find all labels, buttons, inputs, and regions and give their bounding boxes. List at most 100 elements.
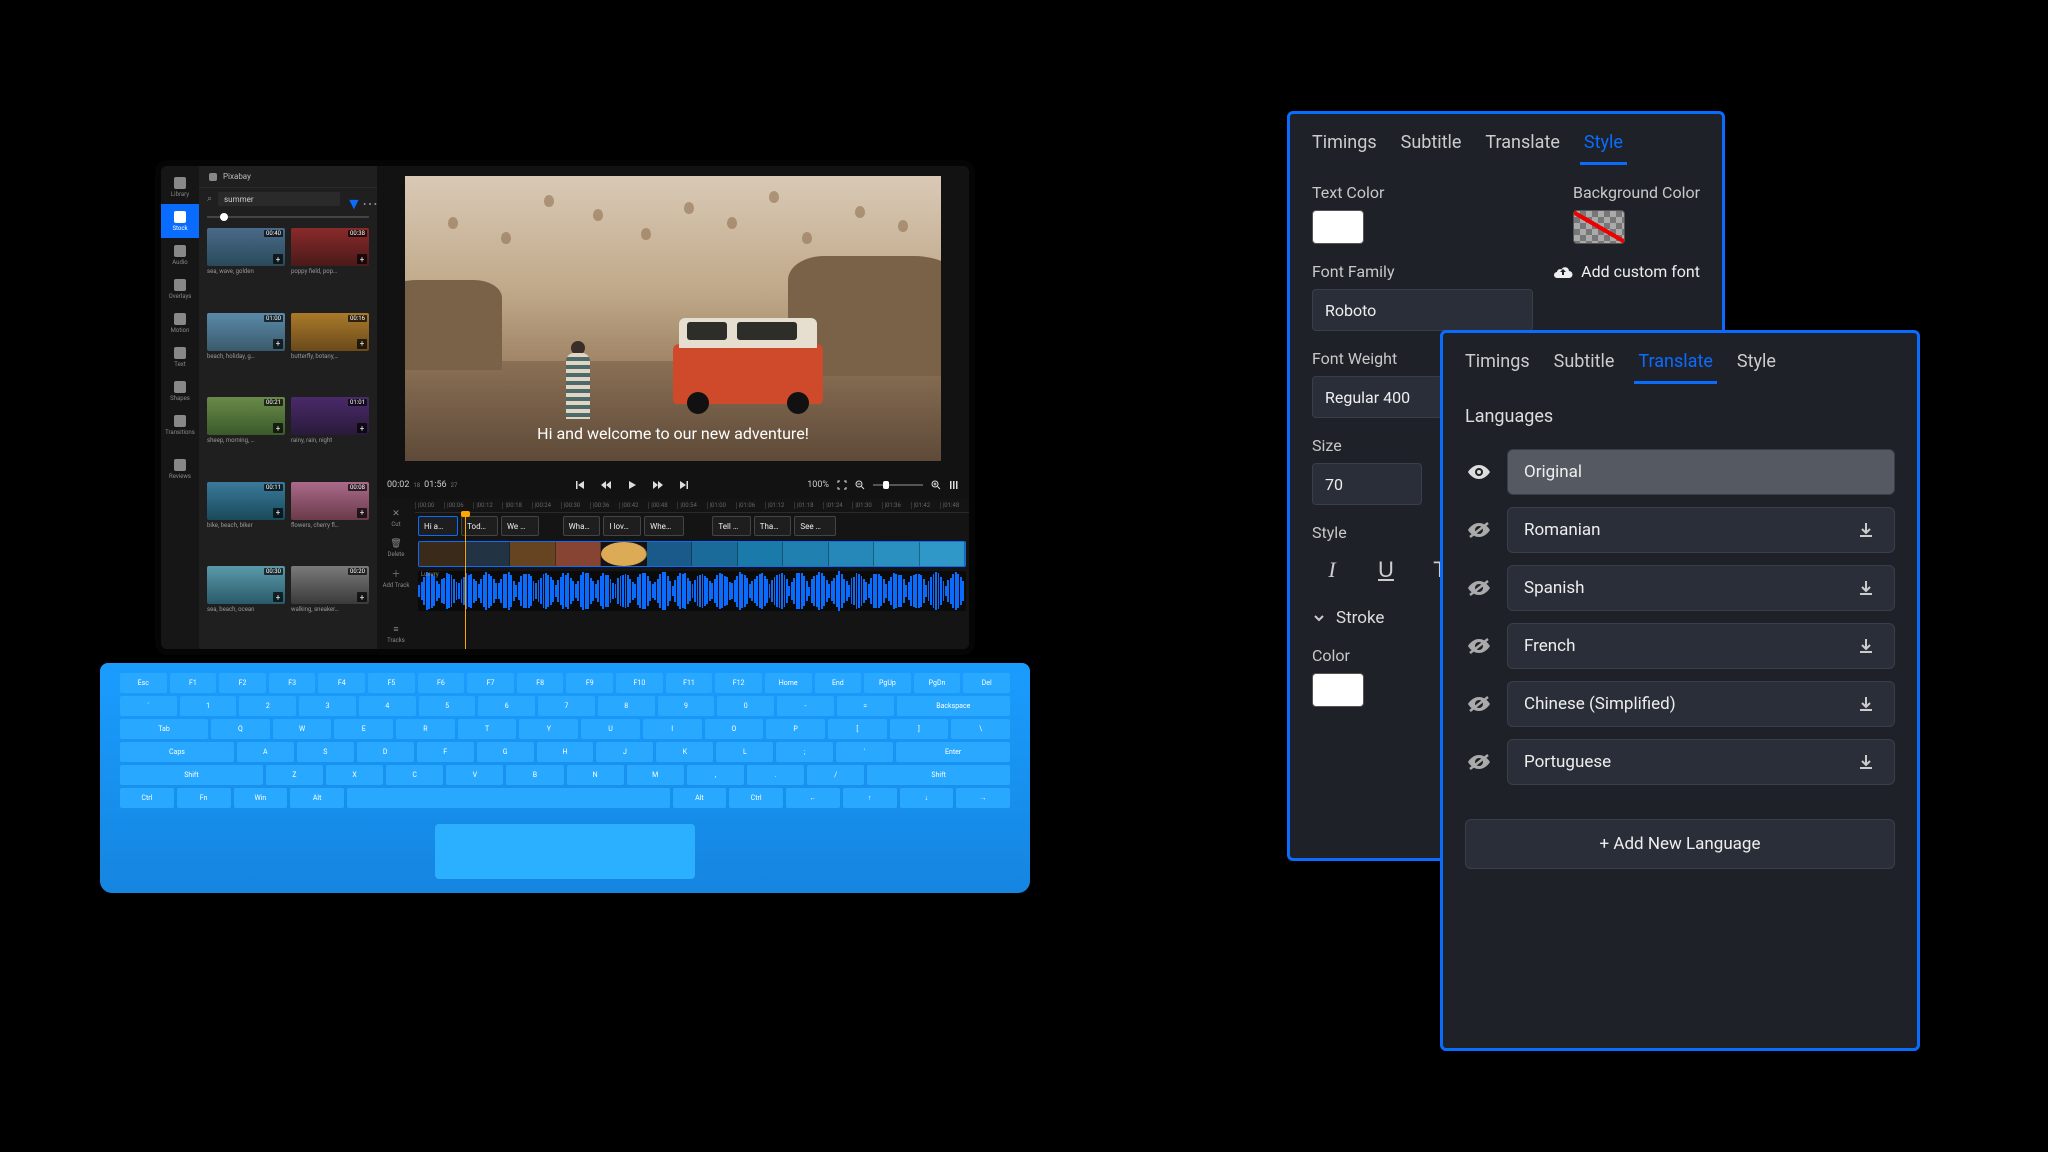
- tab-subtitle[interactable]: Subtitle: [1401, 128, 1462, 165]
- subtitle-clip[interactable]: Tod…: [461, 516, 498, 536]
- subtitle-clip[interactable]: See …: [794, 516, 836, 536]
- subtitle-clip[interactable]: Wha…: [563, 516, 601, 536]
- eye-off-icon[interactable]: [1465, 632, 1493, 660]
- tab-subtitle[interactable]: Subtitle: [1554, 347, 1615, 384]
- underline-button[interactable]: U: [1366, 550, 1406, 590]
- sidebar-item-library[interactable]: Library: [161, 170, 199, 204]
- subtitle-clip[interactable]: Tha…: [754, 516, 792, 536]
- add-icon[interactable]: +: [273, 339, 283, 349]
- tab-translate[interactable]: Translate: [1638, 347, 1712, 384]
- zoom-out-icon[interactable]: [855, 480, 865, 490]
- add-language-button[interactable]: + Add New Language: [1465, 819, 1895, 869]
- columns-icon[interactable]: [949, 480, 959, 490]
- tab-style[interactable]: Style: [1737, 347, 1776, 384]
- subtitle-clip[interactable]: Whe…: [644, 516, 684, 536]
- subtitle-clip[interactable]: Tell …: [712, 516, 750, 536]
- font-weight-select[interactable]: Regular 400: [1312, 376, 1442, 418]
- download-icon[interactable]: [1854, 692, 1878, 716]
- zoom-in-icon[interactable]: [931, 480, 941, 490]
- text-icon: [174, 347, 186, 359]
- timeline-tracks[interactable]: Hi a…Tod…We … Wha…I lov…Whe… Tell …Tha…See…: [415, 513, 969, 649]
- zoom-slider[interactable]: [873, 484, 923, 486]
- add-icon[interactable]: +: [357, 592, 367, 602]
- language-chip[interactable]: Portuguese: [1507, 739, 1895, 785]
- subtitle-clip[interactable]: We …: [501, 516, 539, 536]
- tab-style[interactable]: Style: [1584, 128, 1623, 165]
- sidebar-item-overlays[interactable]: Overlays: [161, 272, 199, 306]
- language-chip[interactable]: Original: [1507, 449, 1895, 495]
- tab-timings[interactable]: Timings: [1465, 347, 1530, 384]
- download-icon[interactable]: [1854, 576, 1878, 600]
- add-icon[interactable]: +: [273, 592, 283, 602]
- sidebar-item-audio[interactable]: Audio: [161, 238, 199, 272]
- stock-search-input[interactable]: [218, 192, 340, 206]
- sidebar-item-motion[interactable]: Motion: [161, 306, 199, 340]
- language-chip[interactable]: Spanish: [1507, 565, 1895, 611]
- delete-button[interactable]: 🗑Delete: [377, 533, 415, 563]
- tab-translate[interactable]: Translate: [1485, 128, 1559, 165]
- language-chip[interactable]: French: [1507, 623, 1895, 669]
- more-icon[interactable]: ⋯: [362, 194, 372, 204]
- timeline-ruler[interactable]: |00:00|00:06|00:12|00:18|00:24|00:30|00:…: [415, 499, 969, 513]
- add-track-button[interactable]: ＋Add Track: [377, 563, 415, 593]
- skip-start-icon[interactable]: [575, 480, 585, 490]
- add-icon[interactable]: +: [357, 508, 367, 518]
- fullscreen-icon[interactable]: [837, 480, 847, 490]
- add-icon[interactable]: +: [357, 423, 367, 433]
- sidebar-item-stock[interactable]: Stock: [161, 204, 199, 238]
- bg-color-swatch[interactable]: [1573, 210, 1625, 244]
- eye-off-icon[interactable]: [1465, 690, 1493, 718]
- add-icon[interactable]: +: [273, 423, 283, 433]
- download-icon[interactable]: [1854, 750, 1878, 774]
- audio-track[interactable]: Luxury: [415, 569, 969, 613]
- font-size-input[interactable]: 70: [1312, 463, 1422, 505]
- thumbnail-size-slider[interactable]: [199, 210, 377, 224]
- playhead[interactable]: [465, 513, 466, 649]
- stock-card[interactable]: 00:40+sea, wave, golden: [207, 228, 285, 307]
- text-color-swatch[interactable]: [1312, 210, 1364, 244]
- add-icon[interactable]: +: [357, 254, 367, 264]
- download-icon[interactable]: [1854, 634, 1878, 658]
- sidebar-item-transitions[interactable]: Transitions: [161, 408, 199, 442]
- stock-card[interactable]: 00:30+sea, beach, ocean: [207, 566, 285, 645]
- language-chip[interactable]: Romanian: [1507, 507, 1895, 553]
- tab-timings[interactable]: Timings: [1312, 128, 1377, 165]
- add-icon[interactable]: +: [273, 254, 283, 264]
- stock-card[interactable]: 01:00+beach, holiday, g…: [207, 313, 285, 392]
- eye-off-icon[interactable]: [1465, 516, 1493, 544]
- skip-end-icon[interactable]: [679, 480, 689, 490]
- library-source-dropdown[interactable]: Pixabay: [199, 166, 377, 188]
- stroke-color-swatch[interactable]: [1312, 673, 1364, 707]
- subtitle-clip[interactable]: Hi a…: [418, 516, 458, 536]
- add-icon[interactable]: +: [357, 339, 367, 349]
- video-preview[interactable]: Hi and welcome to our new adventure!: [405, 176, 941, 461]
- stock-card[interactable]: 00:08+flowers, cherry fl…: [291, 482, 369, 561]
- stock-card[interactable]: 00:20+walking, sneaker…: [291, 566, 369, 645]
- eye-off-icon[interactable]: [1465, 574, 1493, 602]
- stock-card[interactable]: 01:01+rainy, rain, night: [291, 397, 369, 476]
- stock-card[interactable]: 00:21+sheep, morning, …: [207, 397, 285, 476]
- subtitle-track[interactable]: Hi a…Tod…We … Wha…I lov…Whe… Tell …Tha…See…: [415, 513, 969, 539]
- sidebar-item-reviews[interactable]: Reviews: [161, 452, 199, 486]
- language-chip[interactable]: Chinese (Simplified): [1507, 681, 1895, 727]
- font-family-select[interactable]: Roboto: [1312, 289, 1533, 331]
- stock-card[interactable]: 00:11+bike, beach, biker: [207, 482, 285, 561]
- video-track[interactable]: [415, 539, 969, 569]
- eye-icon[interactable]: [1465, 458, 1493, 486]
- add-custom-font-button[interactable]: Add custom font: [1553, 262, 1700, 281]
- stock-card[interactable]: 00:16+butterfly, botany,…: [291, 313, 369, 392]
- download-icon[interactable]: [1854, 518, 1878, 542]
- tracks-button[interactable]: ≡Tracks: [377, 619, 415, 649]
- sidebar-item-text[interactable]: Text: [161, 340, 199, 374]
- play-icon[interactable]: [627, 480, 637, 490]
- stock-card[interactable]: 00:38+poppy field, pop…: [291, 228, 369, 307]
- filter-icon[interactable]: ▼: [346, 194, 356, 204]
- rewind-icon[interactable]: [601, 480, 611, 490]
- eye-off-icon[interactable]: [1465, 748, 1493, 776]
- cut-button[interactable]: ✕Cut: [377, 503, 415, 533]
- subtitle-clip[interactable]: I lov…: [603, 516, 641, 536]
- add-icon[interactable]: +: [273, 508, 283, 518]
- italic-button[interactable]: I: [1312, 550, 1352, 590]
- sidebar-item-shapes[interactable]: Shapes: [161, 374, 199, 408]
- forward-icon[interactable]: [653, 480, 663, 490]
